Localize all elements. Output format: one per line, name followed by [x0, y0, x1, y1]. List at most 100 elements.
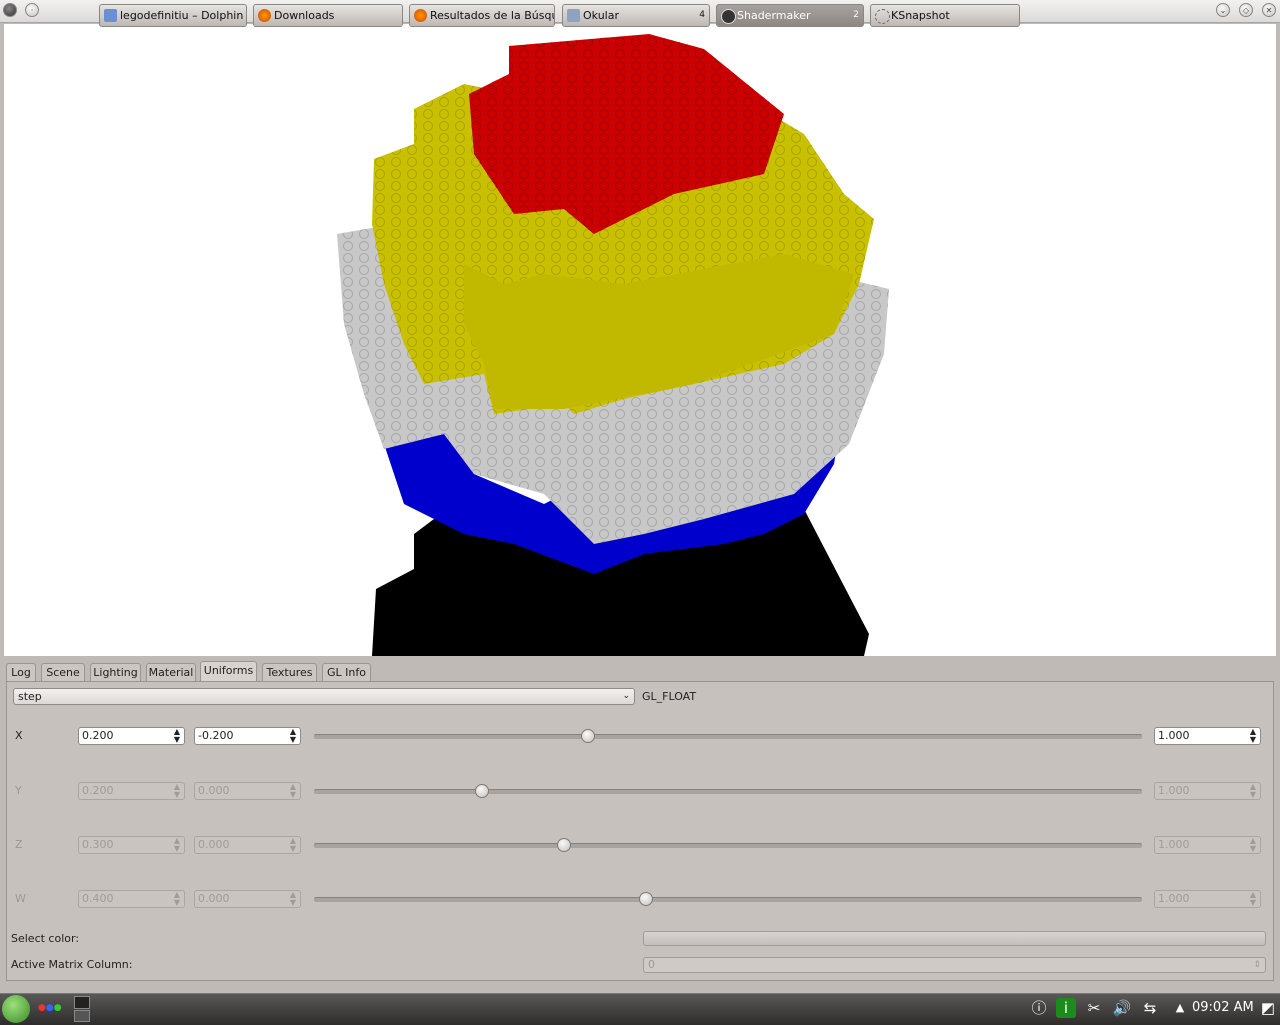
spin-arrows-icon[interactable]: ▲ ▼ — [1249, 728, 1257, 744]
tray-expand-icon[interactable]: ▲ — [1170, 998, 1190, 1018]
task-count: 2 — [853, 10, 859, 20]
activities-icon[interactable]: ●●● — [38, 1003, 62, 1013]
chevron-down-icon: ⌄ — [622, 691, 630, 701]
tab-textures[interactable]: Textures — [262, 663, 317, 681]
z-max-text: 1.000 — [1158, 838, 1190, 851]
volume-icon[interactable]: 🔊 — [1112, 998, 1132, 1018]
lego-sphere-render — [337, 34, 889, 656]
y-slider — [314, 789, 1142, 794]
task-shadermaker[interactable]: Shadermaker 2 — [716, 4, 864, 27]
w-max-text: 1.000 — [1158, 892, 1190, 905]
tab-lighting[interactable]: Lighting — [90, 663, 141, 681]
pager-icon[interactable] — [74, 996, 90, 1022]
spin-arrows-icon[interactable]: ▲ ▼ — [289, 728, 297, 744]
tab-material[interactable]: Material — [146, 663, 196, 681]
w-value-text: 0.400 — [82, 892, 114, 905]
y-max-spinbox: 1.000 ▲ ▼ — [1154, 782, 1261, 800]
w-min-text: 0.000 — [198, 892, 230, 905]
x-max-spinbox[interactable]: 1.000 ▲ ▼ — [1154, 727, 1261, 745]
active-matrix-select: 0 ⇕ — [643, 957, 1266, 973]
maximize-icon[interactable]: ◇ — [1239, 3, 1253, 17]
z-min-text: 0.000 — [198, 838, 230, 851]
spin-arrows-icon: ▲ ▼ — [289, 836, 297, 853]
x-min-text: -0.200 — [198, 729, 234, 742]
y-slider-handle — [475, 784, 489, 798]
task-okular[interactable]: Okular 4 — [562, 4, 710, 27]
close-icon[interactable]: ✕ — [1262, 3, 1276, 17]
okular-icon — [567, 9, 580, 22]
tab-gl-info[interactable]: GL Info — [322, 663, 371, 681]
w-min-spinbox: 0.000 ▲ ▼ — [194, 890, 301, 908]
tab-scene[interactable]: Scene — [41, 663, 85, 681]
active-matrix-label: Active Matrix Column: — [11, 958, 133, 971]
w-max-spinbox: 1.000 ▲ ▼ — [1154, 890, 1261, 908]
firefox-icon — [258, 9, 271, 22]
y-max-text: 1.000 — [1158, 784, 1190, 797]
w-slider-handle — [639, 892, 653, 906]
task-downloads[interactable]: Downloads — [253, 4, 403, 27]
cashew-icon[interactable]: ◩ — [1258, 998, 1278, 1018]
info-icon[interactable]: ⓘ — [1029, 998, 1049, 1018]
render-viewport[interactable] — [4, 24, 1276, 656]
x-min-spinbox[interactable]: -0.200 ▲ ▼ — [194, 727, 301, 745]
spin-arrows-icon: ▲ ▼ — [1249, 782, 1257, 799]
notification-icon[interactable]: i — [1056, 998, 1076, 1018]
task-label: legodefinitiu – Dolphin — [120, 9, 244, 22]
task-label: Okular — [583, 9, 619, 22]
ksnapshot-icon — [875, 9, 890, 24]
y-value-text: 0.200 — [82, 784, 114, 797]
active-matrix-value: 0 — [648, 958, 655, 971]
w-slider — [314, 897, 1142, 902]
spin-arrows-icon: ▲ ▼ — [1249, 890, 1257, 907]
y-min-spinbox: 0.000 ▲ ▼ — [194, 782, 301, 800]
task-label: Shadermaker — [737, 9, 811, 22]
row-w-label: W — [15, 892, 26, 905]
tab-log[interactable]: Log — [6, 663, 36, 681]
firefox-icon — [414, 9, 427, 22]
x-slider-handle[interactable] — [581, 729, 595, 743]
z-slider — [314, 843, 1142, 848]
x-max-text: 1.000 — [1158, 729, 1190, 742]
spin-arrows-icon: ▲ ▼ — [289, 782, 297, 799]
z-max-spinbox: 1.000 ▲ ▼ — [1154, 836, 1261, 854]
task-dolphin[interactable]: legodefinitiu – Dolphin — [99, 4, 247, 27]
row-z-label: Z — [15, 838, 23, 851]
z-slider-handle — [557, 838, 571, 852]
z-min-spinbox: 0.000 ▲ ▼ — [194, 836, 301, 854]
tab-uniforms[interactable]: Uniforms — [200, 661, 257, 682]
row-y-label: Y — [15, 784, 22, 797]
task-count: 4 — [699, 10, 705, 20]
folder-icon — [104, 9, 117, 22]
spin-arrows-icon: ▲ ▼ — [173, 890, 181, 907]
spin-arrows-icon: ▲ ▼ — [173, 836, 181, 853]
task-label: KSnapshot — [891, 9, 950, 22]
task-firefox-search[interactable]: Resultados de la Búsque — [409, 4, 555, 27]
row-x-label: X — [15, 729, 23, 742]
task-ksnapshot[interactable]: KSnapshot — [870, 4, 1020, 27]
z-value-spinbox: 0.300 ▲ ▼ — [78, 836, 185, 854]
uniform-name: step — [18, 690, 42, 703]
spin-arrows-icon: ⇕ — [1253, 960, 1261, 970]
uniform-type: GL_FLOAT — [642, 690, 697, 703]
start-menu-icon[interactable] — [2, 995, 30, 1023]
spin-arrows-icon: ▲ ▼ — [289, 890, 297, 907]
clock[interactable]: 09:02 AM — [1192, 1000, 1254, 1015]
task-label: Resultados de la Búsque — [430, 9, 555, 22]
x-value-text: 0.200 — [82, 729, 114, 742]
z-value-text: 0.300 — [82, 838, 114, 851]
shadermaker-icon — [721, 9, 736, 24]
spin-arrows-icon: ▲ ▼ — [1249, 836, 1257, 853]
y-min-text: 0.000 — [198, 784, 230, 797]
x-slider[interactable] — [314, 734, 1142, 739]
select-color-label: Select color: — [11, 932, 80, 945]
spin-arrows-icon[interactable]: ▲ ▼ — [173, 728, 181, 744]
select-color-button[interactable] — [643, 931, 1266, 946]
y-value-spinbox: 0.200 ▲ ▼ — [78, 782, 185, 800]
task-label: Downloads — [274, 9, 335, 22]
scissors-icon[interactable]: ✂ — [1084, 998, 1104, 1018]
uniform-select[interactable]: step ⌄ — [13, 688, 635, 705]
minimize-icon[interactable]: ⌄ — [1216, 3, 1230, 17]
spin-arrows-icon: ▲ ▼ — [173, 782, 181, 799]
x-value-spinbox[interactable]: 0.200 ▲ ▼ — [78, 727, 185, 745]
usb-icon[interactable]: ⇆ — [1140, 998, 1160, 1018]
